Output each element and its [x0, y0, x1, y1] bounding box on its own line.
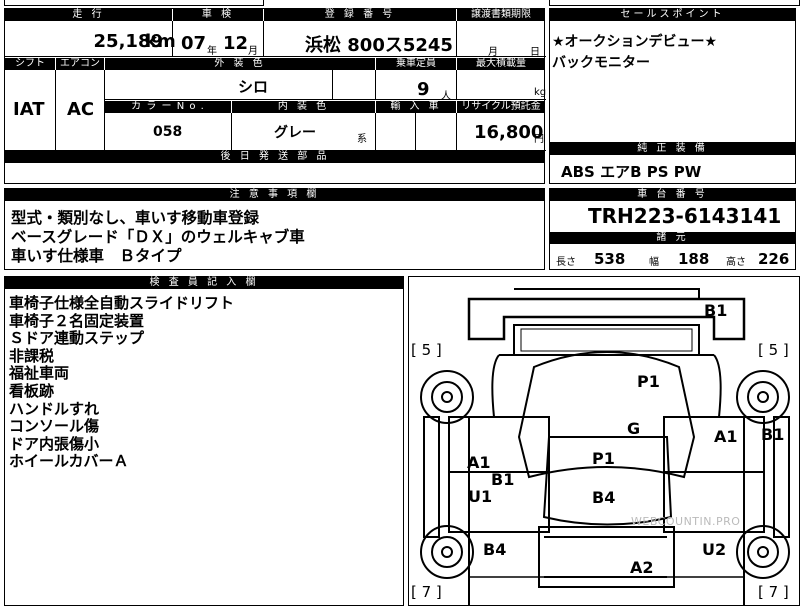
capacity-header: 乗車定員 — [376, 58, 456, 70]
shift-value: IAT — [13, 99, 45, 120]
tire-front-left: [ 5 ] — [411, 341, 442, 359]
damage-mark: A1 — [714, 427, 738, 446]
ac-header: エアコン — [56, 58, 104, 70]
equipment-box: 純 正 装 備 ABS エアB PS PW — [549, 142, 796, 184]
color-number: 058 — [153, 124, 183, 140]
import-header: 輸 入 車 — [376, 101, 456, 113]
inspector-header: 検 査 員 記 入 欄 — [5, 277, 403, 289]
width-label: 幅 — [649, 257, 659, 268]
inspection-header: 車 検 — [173, 9, 263, 21]
inspector-note: 車椅子２名固定装置 — [9, 311, 145, 330]
sales-point-box: セールスポイント ★オークションデビュー★ バックモニター — [549, 8, 796, 144]
caution-line: ベースグレード「ＤＸ」のウェルキャブ車 — [11, 228, 305, 246]
inspector-note: 看板跡 — [9, 381, 55, 400]
equipment-value: ABS エアB PS PW — [561, 163, 702, 181]
damage-mark: A1 — [467, 453, 491, 472]
damage-mark: A2 — [630, 558, 654, 577]
inspector-note: ハンドルすれ — [9, 399, 100, 418]
tire-front-right: [ 5 ] — [758, 341, 789, 359]
height-value: 226 — [758, 250, 790, 268]
caution-line: 車いす仕様車 Ｂタイプ — [11, 247, 182, 265]
damage-mark: P1 — [637, 372, 660, 391]
cautions-box: 注 意 事 項 欄 型式・類別なし、車いす移動車登録 ベースグレード「ＤＸ」のウ… — [4, 188, 545, 270]
ac-value: AC — [67, 99, 95, 120]
recycle-unit: 円 — [534, 134, 544, 145]
equipment-header: 純 正 装 備 — [550, 143, 795, 155]
inspector-note: 非課税 — [9, 346, 55, 365]
car-diagram — [420, 288, 790, 605]
registration-header: 登 録 番 号 — [264, 9, 456, 21]
damage-mark: U2 — [702, 540, 727, 559]
height-label: 高さ — [726, 257, 746, 268]
interior-suffix: 系 — [357, 134, 367, 145]
inspector-note: Ｓドア連動ステップ — [9, 329, 145, 348]
width-value: 188 — [678, 250, 710, 268]
chassis-box: 車 台 番 号 TRH223-6143141 諸 元 長さ 538 幅 188 … — [549, 188, 796, 270]
damage-mark: B4 — [483, 540, 507, 559]
inspector-note: 福祉車両 — [9, 364, 70, 383]
plate-number: 浜松 800ス5245 — [305, 35, 453, 56]
inspection-year: 07 — [181, 33, 207, 54]
interior-header: 内 装 色 — [232, 101, 375, 113]
top-right-clip-box — [549, 0, 800, 6]
damage-mark: U1 — [468, 487, 493, 506]
length-value: 538 — [594, 250, 626, 268]
car-diagram-box: [ 5 ] [ 5 ] [ 7 ] [ 7 ] B1 P1 G A1 B1 A1… — [408, 276, 800, 606]
sales-point-header: セールスポイント — [550, 9, 795, 21]
damage-mark: G — [627, 419, 641, 438]
damage-mark: B4 — [592, 488, 616, 507]
later-parts-header: 後 日 発 送 部 品 — [5, 151, 545, 163]
cautions-header: 注 意 事 項 欄 — [5, 189, 544, 201]
specs-header: 諸 元 — [550, 232, 795, 244]
mileage-unit: km — [145, 31, 176, 52]
mileage-header: 走 行 — [5, 9, 172, 21]
interior-color: グレー — [274, 125, 316, 141]
watermark: WEBCOUNTIN.PRO — [631, 515, 741, 528]
damage-mark: P1 — [592, 449, 615, 468]
year-unit: 年 — [207, 46, 217, 57]
exterior-color: シロ — [238, 78, 269, 96]
capacity-value: 9 — [417, 79, 430, 100]
inspector-note: ドア内張傷小 — [9, 434, 100, 453]
inspector-note: ホイールカバーＡ — [9, 452, 129, 471]
color-no-header: カ ラ ー N o . — [105, 101, 231, 113]
transfer-month: 月 — [488, 47, 498, 58]
month-unit: 月 — [248, 46, 258, 57]
inspector-note: 車椅子仕様全自動スライドリフト — [9, 294, 235, 312]
tire-rear-left: [ 7 ] — [411, 583, 442, 601]
chassis-number: TRH223-6143141 — [588, 204, 782, 228]
damage-mark: B1 — [704, 301, 728, 320]
shift-header: シフト — [5, 58, 55, 70]
capacity-unit: 人 — [441, 91, 451, 102]
length-label: 長さ — [556, 257, 576, 268]
inspection-month: 12 — [223, 33, 249, 54]
maxload-header: 最大積載量 — [457, 58, 545, 70]
recycle-header: リサイクル預託金 — [457, 101, 545, 113]
caution-line: 型式・類別なし、車いす移動車登録 — [11, 209, 260, 227]
inspector-box: 検 査 員 記 入 欄 車椅子仕様全自動スライドリフト 車椅子２名固定装置 Ｓド… — [4, 276, 404, 606]
chassis-header: 車 台 番 号 — [550, 189, 795, 201]
exterior-header: 外 装 色 — [105, 58, 375, 70]
transfer-header: 譲渡書類期限 — [457, 9, 545, 21]
damage-mark: B1 — [491, 470, 515, 489]
inspector-note: コンソール傷 — [9, 417, 100, 436]
sales-point-line: バックモニター — [552, 55, 650, 71]
main-sheet: 走 行 車 検 登 録 番 号 譲渡書類期限 25,189 km 07 年 12… — [4, 8, 547, 184]
sales-point-line: ★オークションデビュー★ — [552, 34, 718, 50]
tire-rear-right: [ 7 ] — [758, 583, 789, 601]
damage-mark: B1 — [761, 425, 785, 444]
transfer-day: 日 — [530, 47, 540, 58]
maxload-unit: kg — [534, 87, 547, 98]
top-clip-box — [4, 0, 264, 6]
